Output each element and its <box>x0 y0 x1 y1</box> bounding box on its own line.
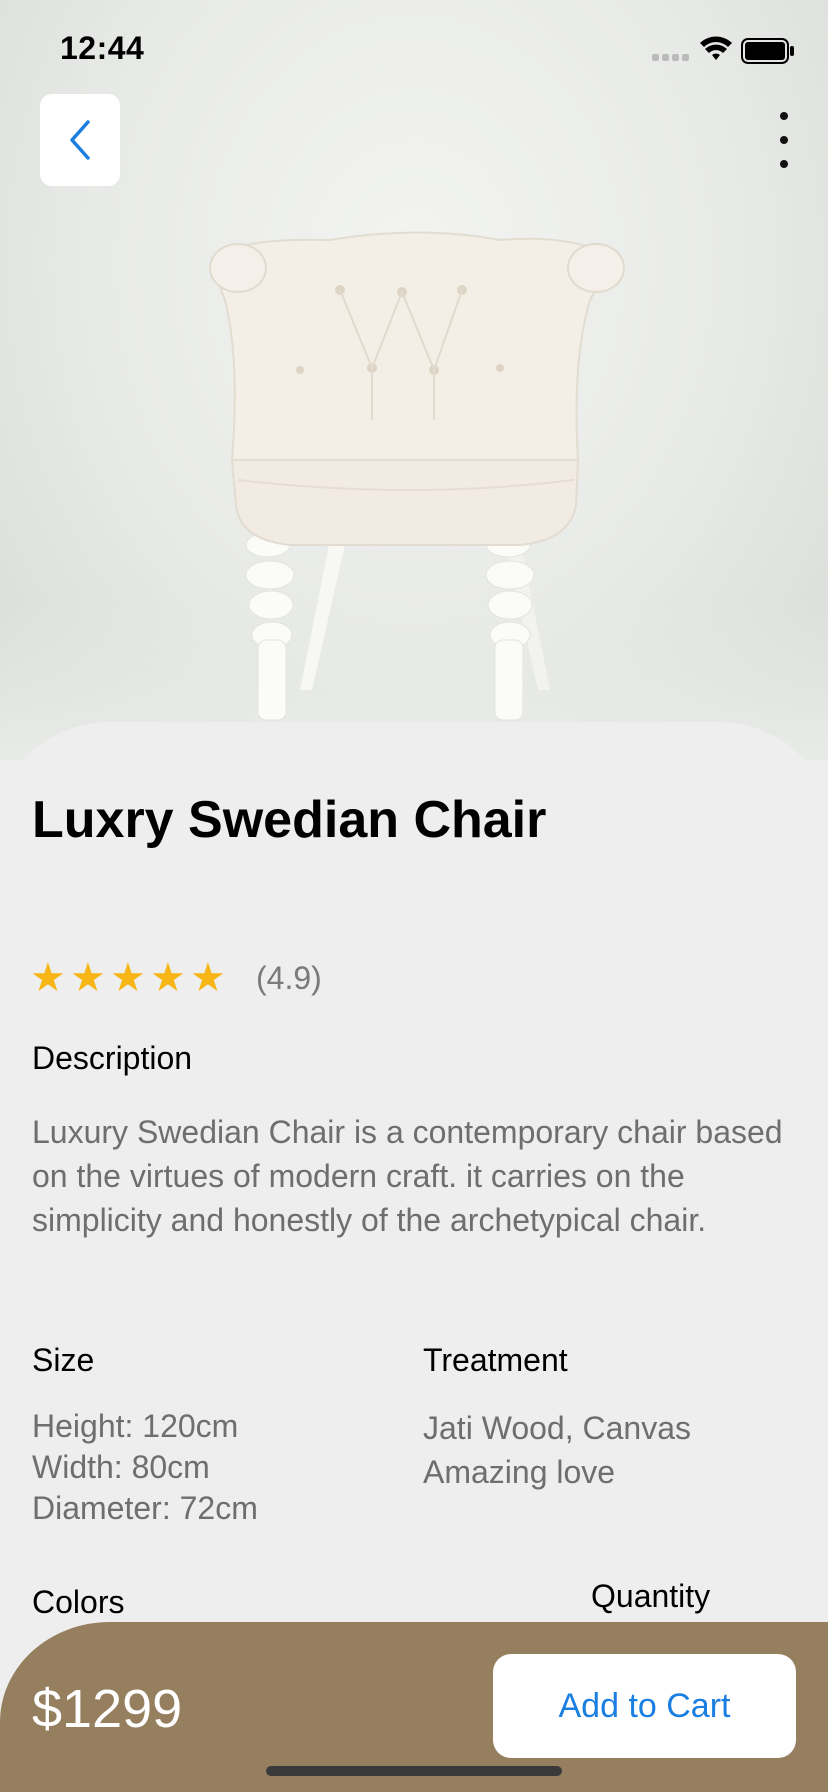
chevron-left-icon <box>70 120 90 160</box>
product-title: Luxry Swedian Chair <box>32 791 547 849</box>
star-icon: ★ <box>150 956 186 1000</box>
status-bar: 12:44 <box>0 0 828 100</box>
home-indicator[interactable] <box>266 1766 562 1776</box>
quantity-heading: Quantity <box>591 1578 711 1614</box>
description-text: Luxury Swedian Chair is a contemporary c… <box>32 1114 783 1238</box>
more-vertical-icon <box>780 112 788 120</box>
price: $1299 <box>32 1679 183 1739</box>
back-button[interactable] <box>40 94 120 186</box>
star-icon: ★ <box>110 956 146 1000</box>
more-vertical-icon-dot <box>780 136 788 144</box>
star-icon: ★ <box>30 956 66 1000</box>
rating: ★ ★ ★ ★ ★ (4.9) <box>30 956 322 1000</box>
treatment-line: Jati Wood, Canvas <box>423 1410 691 1446</box>
add-to-cart-button[interactable]: Add to Cart <box>493 1654 796 1758</box>
rating-value: (4.9) <box>256 959 322 996</box>
chair-illustration <box>209 231 625 721</box>
star-icon: ★ <box>70 956 106 1000</box>
battery-icon <box>741 38 794 64</box>
more-vertical-icon-dot <box>780 160 788 168</box>
size-width: Width: 80cm <box>32 1449 210 1485</box>
treatment-details: Jati Wood, Canvas Amazing love <box>423 1406 691 1494</box>
treatment-heading: Treatment <box>423 1342 568 1378</box>
colors-heading: Colors <box>32 1584 125 1620</box>
product-image <box>0 0 828 760</box>
size-diameter: Diameter: 72cm <box>32 1490 258 1526</box>
treatment-line: Amazing love <box>423 1454 616 1490</box>
cellular-signal-icon <box>652 54 689 61</box>
status-time: 12:44 <box>60 30 145 66</box>
more-options-button[interactable] <box>764 112 804 168</box>
size-heading: Size <box>32 1342 95 1378</box>
description-heading: Description <box>32 1040 193 1076</box>
star-icon: ★ <box>190 956 226 1000</box>
size-height: Height: 120cm <box>32 1408 239 1444</box>
size-details: Height: 120cm Width: 80cm Diameter: 72cm <box>32 1406 258 1529</box>
wifi-icon <box>700 36 732 60</box>
